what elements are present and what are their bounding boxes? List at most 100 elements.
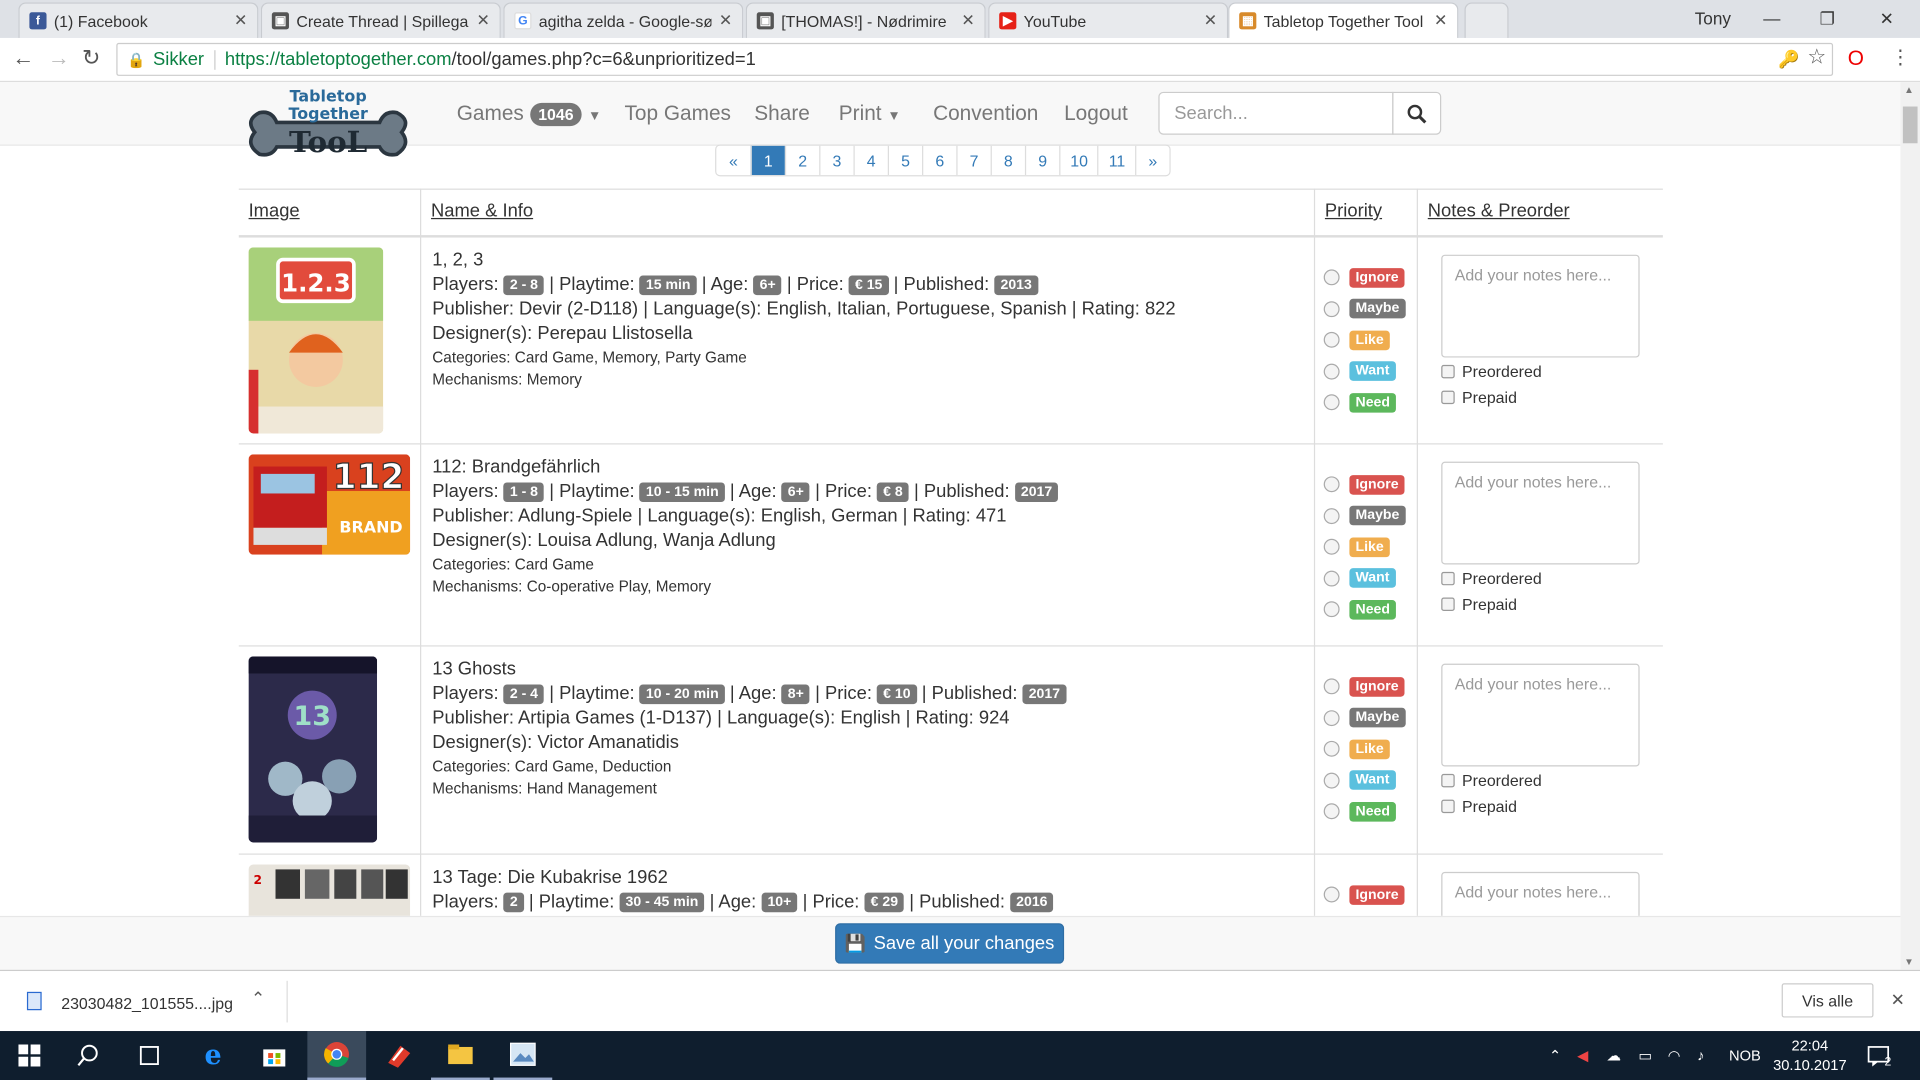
nav-convention[interactable]: Convention — [933, 102, 1038, 126]
menu-icon[interactable]: ⋮ — [1891, 45, 1911, 69]
page-link[interactable]: 9 — [1024, 145, 1060, 176]
page-link[interactable]: 5 — [887, 145, 923, 176]
page-link[interactable]: 8 — [990, 145, 1025, 176]
header-priority[interactable]: Priority — [1315, 189, 1392, 236]
download-file-name[interactable]: 23030482_101555....jpg — [61, 994, 233, 1012]
save-all-button[interactable]: 💾 Save all your changes — [835, 923, 1065, 964]
game-cover-image[interactable]: 112 BRAND — [248, 454, 411, 555]
speaker-icon[interactable]: ♪ — [1697, 1031, 1704, 1080]
key-icon[interactable]: 🔑 — [1778, 49, 1799, 70]
forward-icon[interactable]: → — [48, 45, 70, 71]
restore-icon[interactable]: ❐ — [1820, 0, 1835, 37]
notes-textarea[interactable]: Add your notes here... — [1441, 663, 1640, 767]
priority-option-like[interactable]: Like — [1323, 324, 1406, 355]
game-title[interactable]: 112: Brandgefährlich — [432, 457, 1314, 478]
priority-radio[interactable] — [1323, 363, 1340, 380]
priority-radio[interactable] — [1323, 678, 1340, 695]
page-link[interactable]: » — [1135, 145, 1170, 176]
priority-radio[interactable] — [1323, 803, 1340, 820]
edge-icon[interactable]: e — [184, 1031, 243, 1080]
game-cover-image[interactable]: 13 — [248, 656, 378, 843]
tab-thomas[interactable]: ▣ [THOMAS!] - Nødrimire ✕ — [745, 2, 986, 38]
action-center-icon[interactable]: 2 — [1867, 1031, 1891, 1080]
task-view-icon[interactable] — [120, 1031, 179, 1080]
priority-option-maybe[interactable]: Maybe — [1323, 702, 1406, 733]
tab-youtube[interactable]: ▶ YouTube ✕ — [988, 2, 1229, 38]
game-cover-image[interactable]: 1.2.3 — [248, 247, 384, 434]
back-icon[interactable]: ← — [12, 45, 34, 71]
priority-option-need[interactable]: Need — [1323, 594, 1406, 625]
page-link[interactable]: 1 — [750, 145, 785, 176]
prepaid-checkbox[interactable]: Prepaid — [1441, 388, 1517, 407]
battery-icon[interactable]: ▭ — [1638, 1031, 1652, 1080]
nav-top-games[interactable]: Top Games — [624, 102, 730, 126]
page-link[interactable]: 6 — [922, 145, 957, 176]
game-title[interactable]: 13 Tage: Die Kubakrise 1962 — [432, 867, 1314, 888]
priority-radio[interactable] — [1323, 741, 1340, 758]
priority-radio[interactable] — [1323, 507, 1340, 524]
close-icon[interactable]: ✕ — [234, 11, 247, 31]
close-icon[interactable]: ✕ — [961, 11, 974, 31]
scrollbar-thumb[interactable] — [1902, 106, 1918, 144]
close-icon[interactable]: ✕ — [1204, 11, 1217, 31]
address-bar[interactable]: 🔒 Sikker https://tabletoptogether.com/to… — [116, 42, 1834, 76]
tray-chevron-up-icon[interactable]: ⌃ — [1549, 1031, 1561, 1080]
profile-name[interactable]: Tony — [1695, 0, 1731, 37]
game-title[interactable]: 13 Ghosts — [432, 659, 1314, 680]
store-icon[interactable] — [245, 1031, 304, 1080]
header-notes-preorder[interactable]: Notes & Preorder — [1418, 189, 1580, 236]
nav-logout[interactable]: Logout — [1064, 102, 1128, 126]
priority-option-maybe[interactable]: Maybe — [1323, 293, 1406, 324]
preordered-checkbox[interactable]: Preordered — [1441, 569, 1542, 588]
page-link[interactable]: « — [716, 145, 751, 176]
page-link[interactable]: 2 — [784, 145, 820, 176]
priority-option-ignore[interactable]: Ignore — [1323, 671, 1406, 702]
chevron-up-icon[interactable]: ⌃ — [251, 988, 265, 1009]
priority-radio[interactable] — [1323, 886, 1340, 903]
page-link[interactable]: 3 — [819, 145, 854, 176]
priority-radio[interactable] — [1323, 269, 1340, 286]
page-link[interactable]: 11 — [1097, 145, 1136, 176]
game-title[interactable]: 1, 2, 3 — [432, 250, 1314, 271]
prepaid-checkbox[interactable]: Prepaid — [1441, 595, 1517, 613]
priority-option-maybe[interactable]: Maybe — [1323, 500, 1406, 531]
close-icon[interactable]: ✕ — [1434, 11, 1447, 31]
scroll-up-icon[interactable]: ▲ — [1904, 84, 1914, 95]
scroll-down-icon[interactable]: ▼ — [1904, 956, 1914, 967]
close-icon[interactable]: ✕ — [719, 11, 732, 31]
new-tab-button[interactable] — [1464, 2, 1509, 38]
notes-textarea[interactable]: Add your notes here... — [1441, 461, 1640, 565]
photos-icon[interactable] — [493, 1031, 553, 1080]
priority-option-want[interactable]: Want — [1323, 765, 1406, 796]
notes-textarea[interactable]: Add your notes here... — [1441, 254, 1640, 358]
clock[interactable]: 22:04 30.10.2017 — [1773, 1031, 1847, 1080]
wifi-icon[interactable]: ◠ — [1668, 1031, 1681, 1080]
priority-option-want[interactable]: Want — [1323, 356, 1406, 387]
priority-option-need[interactable]: Need — [1323, 387, 1406, 418]
priority-option-ignore[interactable]: Ignore — [1323, 262, 1406, 293]
priority-option-want[interactable]: Want — [1323, 563, 1406, 594]
site-logo[interactable]: TooL Tabletop Together — [242, 86, 413, 191]
priority-option-need[interactable]: Need — [1323, 796, 1406, 827]
page-link[interactable]: 7 — [956, 145, 991, 176]
close-icon[interactable]: ✕ — [1891, 989, 1905, 1010]
file-explorer-icon[interactable] — [431, 1031, 490, 1080]
priority-option-ignore[interactable]: Ignore — [1323, 469, 1406, 500]
page-link[interactable]: 10 — [1059, 145, 1098, 176]
game-cover-image[interactable]: 2 — [248, 864, 411, 916]
close-icon[interactable]: ✕ — [476, 11, 489, 31]
windows-start-icon[interactable] — [0, 1031, 59, 1080]
priority-radio[interactable] — [1323, 394, 1340, 411]
search-icon[interactable] — [59, 1031, 118, 1080]
tab-google[interactable]: G agitha zelda - Google-sø ✕ — [503, 2, 744, 38]
priority-radio[interactable] — [1323, 539, 1340, 556]
tab-spillegal[interactable]: ▣ Create Thread | Spillegal ✕ — [260, 2, 501, 38]
page-scrollbar[interactable]: ▲ ▼ — [1900, 82, 1920, 970]
nav-print[interactable]: Print ▼ — [839, 102, 901, 126]
bookmark-star-icon[interactable]: ☆ — [1807, 45, 1826, 69]
page-link[interactable]: 4 — [853, 145, 888, 176]
priority-radio[interactable] — [1323, 570, 1340, 587]
search-button[interactable] — [1392, 91, 1442, 135]
search-input[interactable]: Search... — [1158, 91, 1394, 135]
preordered-checkbox[interactable]: Preordered — [1441, 362, 1542, 381]
